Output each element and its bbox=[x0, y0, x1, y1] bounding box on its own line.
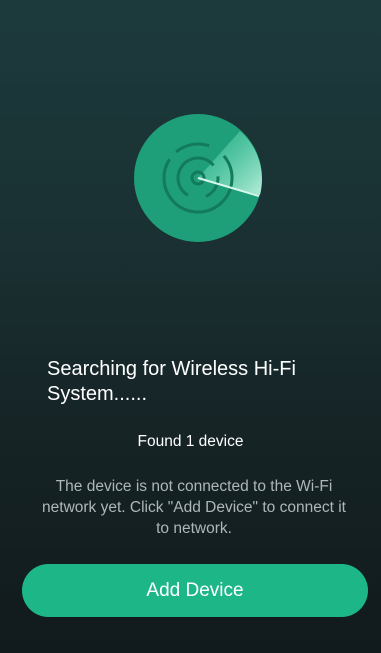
connection-hint-text: The device is not connected to the Wi-Fi… bbox=[42, 478, 346, 537]
found-device-count: Found 1 device bbox=[137, 433, 244, 450]
device-search-screen: Searching for Wireless Hi-Fi System.....… bbox=[0, 0, 381, 653]
search-status-title: Searching for Wireless Hi-Fi System.....… bbox=[47, 358, 296, 405]
radar-scan-icon bbox=[132, 112, 264, 244]
add-device-button[interactable]: Add Device bbox=[22, 564, 368, 617]
